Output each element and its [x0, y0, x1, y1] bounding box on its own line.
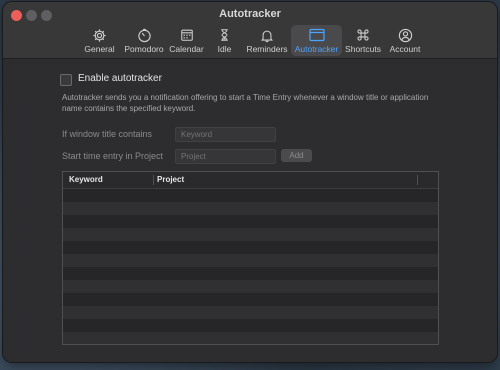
tab-reminders[interactable]: Reminders	[243, 25, 291, 56]
tab-autotracker-label: Autotracker	[294, 44, 339, 54]
project-label: Start time entry in Project	[62, 151, 164, 161]
autotracker-description: Autotracker sends you a notification off…	[62, 93, 429, 113]
hourglass-icon	[206, 27, 243, 43]
tab-autotracker[interactable]: Autotracker	[291, 25, 342, 56]
person-icon	[384, 27, 426, 43]
bell-icon	[243, 27, 291, 43]
table-row	[63, 241, 438, 254]
command-icon	[342, 27, 384, 43]
tab-idle-label: Idle	[217, 44, 232, 54]
table-row	[63, 189, 438, 202]
keyword-label: If window title contains	[62, 129, 153, 139]
title-bar: Autotracker General Pomodoro Calendar Id…	[3, 2, 497, 59]
table-row	[63, 306, 438, 319]
table-row	[63, 215, 438, 228]
table-row	[63, 332, 438, 344]
keyword-input[interactable]: Keyword	[175, 127, 276, 142]
table-row	[63, 280, 438, 293]
preferences-window: Autotracker General Pomodoro Calendar Id…	[3, 2, 497, 362]
timer-icon	[121, 27, 167, 43]
tab-idle[interactable]: Idle	[206, 25, 243, 56]
tab-account[interactable]: Account	[384, 25, 426, 56]
calendar-icon	[167, 27, 206, 43]
tab-calendar-label: Calendar	[169, 44, 204, 54]
tab-account-label: Account	[389, 44, 421, 54]
table-header: Keyword Project	[63, 172, 438, 189]
tab-pomodoro-label: Pomodoro	[124, 44, 164, 54]
tab-shortcuts-label: Shortcuts	[345, 44, 381, 54]
gear-icon	[78, 27, 121, 43]
autotracker-panel: Enable autotracker Autotracker sends you…	[3, 59, 497, 362]
add-button[interactable]: Add	[281, 149, 312, 162]
project-input[interactable]: Project	[175, 149, 276, 164]
column-header-keyword[interactable]: Keyword	[69, 175, 103, 184]
tab-pomodoro[interactable]: Pomodoro	[121, 25, 167, 56]
table-row	[63, 319, 438, 332]
window-icon	[291, 27, 342, 43]
tab-general[interactable]: General	[78, 25, 121, 56]
window-title: Autotracker	[219, 8, 281, 20]
enable-autotracker-checkbox[interactable]	[60, 74, 72, 86]
table-row	[63, 228, 438, 241]
tab-reminders-label: Reminders	[246, 44, 288, 54]
column-divider	[417, 175, 418, 185]
tab-shortcuts[interactable]: Shortcuts	[342, 25, 384, 56]
column-header-project[interactable]: Project	[157, 175, 184, 184]
table-row	[63, 254, 438, 267]
tab-general-label: General	[84, 44, 115, 54]
tab-calendar[interactable]: Calendar	[167, 25, 206, 56]
table-row	[63, 267, 438, 280]
table-row	[63, 202, 438, 215]
autotracker-rules-table[interactable]: Keyword Project	[62, 171, 439, 345]
enable-autotracker-label[interactable]: Enable autotracker	[78, 73, 162, 84]
table-row	[63, 293, 438, 306]
column-divider	[153, 175, 154, 185]
